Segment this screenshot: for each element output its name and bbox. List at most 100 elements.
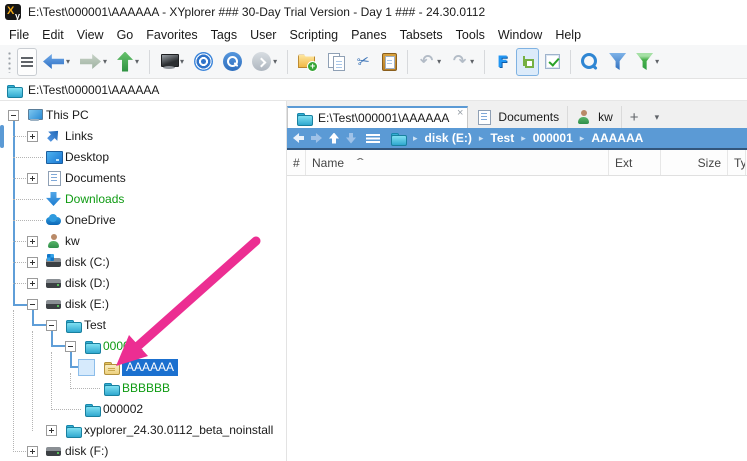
xyplorer-logo-icon <box>5 4 21 21</box>
forward-button[interactable]: ▾ <box>76 48 111 76</box>
favorites-button[interactable]: F <box>491 48 514 76</box>
expand-icon[interactable] <box>27 446 38 457</box>
tab-kw[interactable]: kw <box>568 106 622 128</box>
tab-documents[interactable]: Documents <box>468 106 569 128</box>
tree-item-test[interactable]: Test <box>0 315 286 336</box>
tree-item-xyplorer-24-30-0112-beta-noinstall[interactable]: xyplorer_24.30.0112_beta_noinstall <box>0 420 286 441</box>
window-title: E:\Test\000001\AAAAAA - XYplorer ### 30-… <box>28 5 486 19</box>
close-icon[interactable]: × <box>457 108 463 119</box>
expand-icon[interactable] <box>27 131 38 142</box>
recent-locations-button[interactable]: ▾ <box>248 48 281 76</box>
menu-window[interactable]: Window <box>498 28 542 42</box>
go-to-button[interactable] <box>190 48 217 76</box>
tree-item-disk-c-[interactable]: disk (C:) <box>0 252 286 273</box>
toolbar-drag-handle[interactable] <box>7 50 12 73</box>
tree-item-downloads[interactable]: Downloads <box>0 189 286 210</box>
chevron-down-icon: ▾ <box>470 57 475 66</box>
tree-item-label: BBBBBB <box>122 381 171 395</box>
circle-magnifier-blue-icon <box>223 52 243 71</box>
tree-toggle-button[interactable] <box>516 47 540 76</box>
tree-item-label: Downloads <box>65 192 125 206</box>
collapse-icon[interactable] <box>27 299 38 310</box>
menu-tags[interactable]: Tags <box>211 28 237 42</box>
show-desktop-button[interactable]: ▾ <box>156 48 188 76</box>
menu-help[interactable]: Help <box>555 28 581 42</box>
column-header-ext[interactable]: Ext <box>609 150 661 175</box>
hamburger-icon <box>21 56 33 67</box>
menu-tabsets[interactable]: Tabsets <box>400 28 443 42</box>
desktop-icon <box>46 149 63 165</box>
copy-button[interactable] <box>323 48 349 76</box>
breadcrumb-segment[interactable]: disk (E:) <box>425 131 472 145</box>
undo-button[interactable]: ↶ ▾ <box>414 48 445 76</box>
expand-icon[interactable] <box>46 425 57 436</box>
column-header-size[interactable]: Size <box>661 150 728 175</box>
collapse-icon[interactable] <box>8 110 19 121</box>
menu-scripting[interactable]: Scripting <box>289 28 338 42</box>
expand-icon[interactable] <box>27 236 38 247</box>
new-folder-button[interactable] <box>294 48 321 76</box>
breadcrumb-segment[interactable]: AAAAAA <box>591 131 643 145</box>
tree-item-this-pc[interactable]: This PC <box>0 105 286 126</box>
chevron-down-icon: ▾ <box>180 57 185 66</box>
crumb-back-icon[interactable] <box>293 133 304 143</box>
tree-item-documents[interactable]: Documents <box>0 168 286 189</box>
filter-button[interactable] <box>605 48 630 76</box>
column-header-name[interactable]: Name ˆ <box>306 150 609 175</box>
tree-item-bbbbbb[interactable]: BBBBBB <box>0 378 286 399</box>
address-bar[interactable]: E:\Test\000001\AAAAAA <box>0 79 747 101</box>
tree-item-desktop[interactable]: Desktop <box>0 147 286 168</box>
crumb-folder-icon[interactable] <box>390 130 407 146</box>
file-list[interactable] <box>287 176 747 461</box>
checkbox-green-icon <box>545 54 561 69</box>
paste-button[interactable] <box>378 48 401 76</box>
breadcrumb-segment[interactable]: Test <box>490 131 514 145</box>
menu-go[interactable]: Go <box>117 28 134 42</box>
search-button[interactable] <box>577 48 603 76</box>
crumb-menu-icon[interactable] <box>366 133 380 143</box>
crumb-down-icon[interactable] <box>346 132 356 144</box>
tree-item-disk-e-[interactable]: disk (E:) <box>0 294 286 315</box>
collapse-icon[interactable] <box>65 341 76 352</box>
back-button[interactable]: ▾ <box>39 48 74 76</box>
crumb-forward-icon[interactable] <box>311 133 322 143</box>
up-button[interactable]: ▾ <box>113 48 143 76</box>
tree-item-onedrive[interactable]: OneDrive <box>0 210 286 231</box>
redo-button[interactable]: ↷ ▾ <box>447 48 478 76</box>
tree-item-000002[interactable]: 000002 <box>0 399 286 420</box>
expander-hover-box[interactable] <box>78 359 95 376</box>
column-header-type[interactable]: Type <box>728 150 746 175</box>
tree-item-disk-d-[interactable]: disk (D:) <box>0 273 286 294</box>
crumb-up-icon[interactable] <box>329 132 339 144</box>
tab-active[interactable]: E:\Test\000001\AAAAAA × <box>287 106 469 128</box>
monitor-dark-icon <box>160 53 180 70</box>
cut-button[interactable]: ✂ <box>351 48 376 76</box>
menu-favorites[interactable]: Favorites <box>146 28 197 42</box>
tree-item-000001[interactable]: 000001 <box>0 336 286 357</box>
expand-icon[interactable] <box>27 278 38 289</box>
checkbox-selection-button[interactable] <box>541 48 564 76</box>
folder-tree-pane[interactable]: This PC Links Desktop Documents Downloads One… <box>0 101 287 461</box>
column-header-#[interactable]: # <box>287 150 306 175</box>
expand-icon[interactable] <box>27 173 38 184</box>
menu-button[interactable] <box>17 47 37 76</box>
menu-view[interactable]: View <box>77 28 104 42</box>
tree-item-kw[interactable]: kw <box>0 231 286 252</box>
menu-file[interactable]: File <box>9 28 29 42</box>
tree-item-label: 000001 <box>103 339 144 353</box>
visual-filter-button[interactable]: ▾ <box>632 48 663 76</box>
breadcrumb-segment[interactable]: 000001 <box>533 131 573 145</box>
expand-icon[interactable] <box>27 257 38 268</box>
menu-edit[interactable]: Edit <box>42 28 64 42</box>
zoom-button[interactable] <box>219 48 246 76</box>
tree-item-aaaaaa[interactable]: AAAAAA <box>0 357 286 378</box>
tree-item-links[interactable]: Links <box>0 126 286 147</box>
menu-panes[interactable]: Panes <box>351 28 386 42</box>
tab-label: E:\Test\000001\AAAAAA <box>318 111 450 125</box>
menu-tools[interactable]: Tools <box>456 28 485 42</box>
collapse-icon[interactable] <box>46 320 57 331</box>
tab-list-dropdown-icon[interactable]: ▾ <box>647 106 668 128</box>
menu-user[interactable]: User <box>250 28 276 42</box>
new-tab-button[interactable]: + <box>622 106 647 128</box>
tree-item-disk-f-[interactable]: disk (F:) <box>0 441 286 461</box>
